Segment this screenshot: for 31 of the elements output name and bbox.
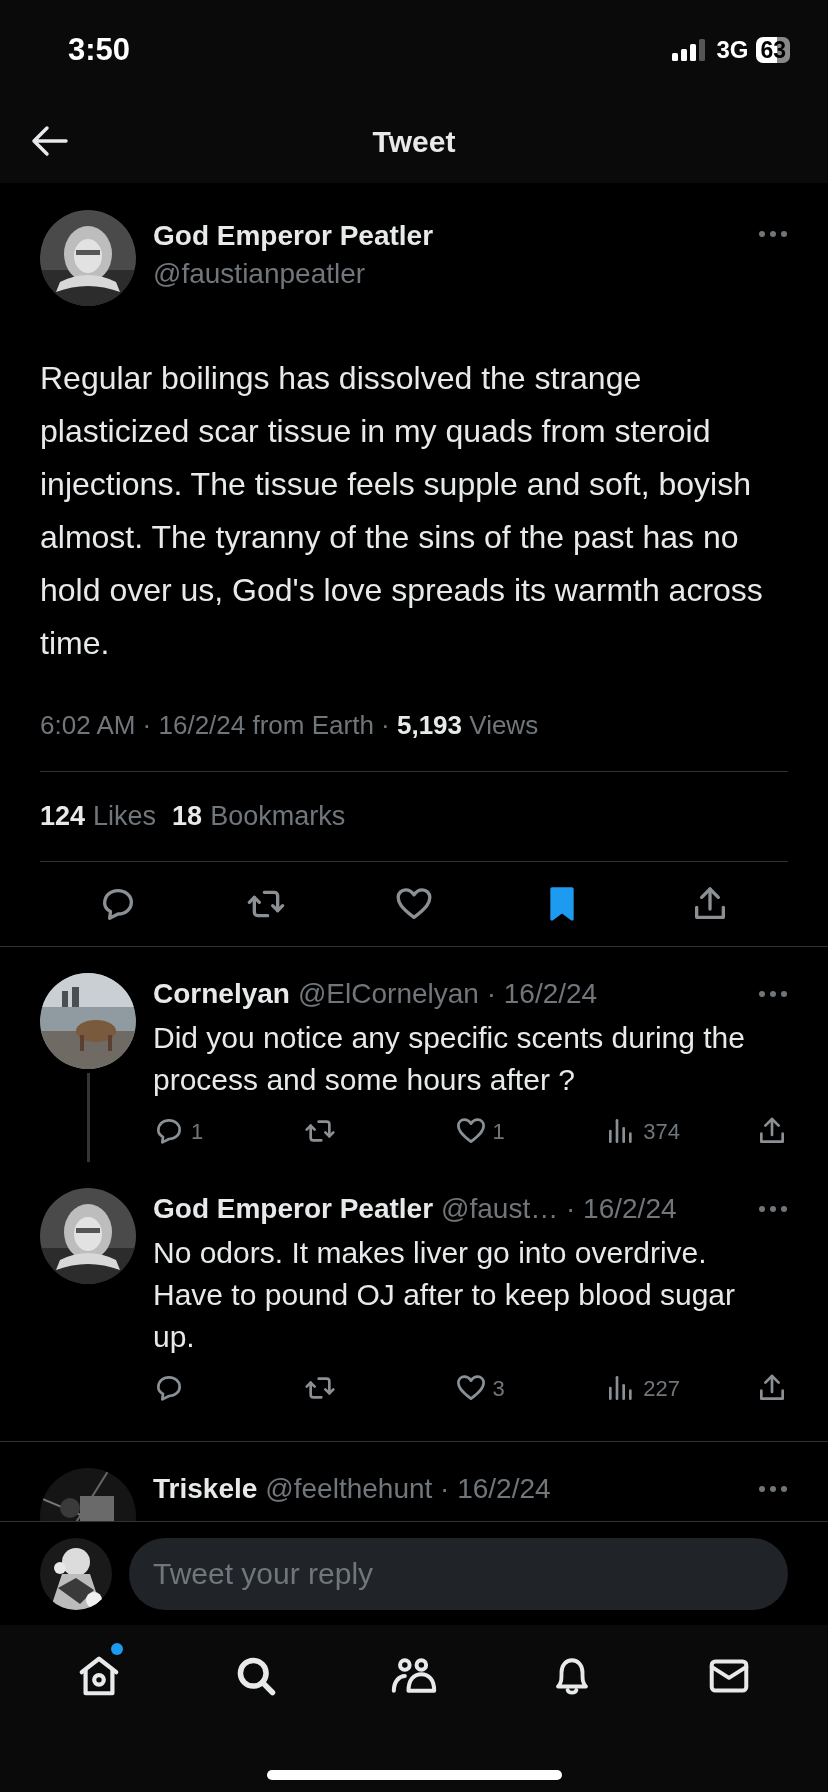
reply-text: No odors. It makes liver go into overdrive. Have to pound OJ after to keep blood sugar up. <box>153 1234 737 1355</box>
more-icon[interactable] <box>758 1484 788 1493</box>
action-count: 374 <box>643 1117 680 1146</box>
tweet-text: Regular boilings has dissolved the strange plasticized scar tissue in my quads from steroid injections. The tissue feels supple and soft, boyish almost. The tyranny of the sins of the past has no hold over us, God's love spreads its warmth across time. <box>40 359 764 663</box>
stat-label[interactable]: Likes <box>93 796 157 837</box>
author-name[interactable]: God Emperor Peatler <box>153 218 741 254</box>
action-count: 3 <box>492 1374 505 1403</box>
action-count: 1 <box>191 1117 204 1146</box>
network-label: 3G <box>716 35 749 65</box>
reply-handle-date: @ElCornelyan · 16/2/24 <box>297 976 599 1011</box>
page-title: Tweet <box>372 124 456 160</box>
more-icon[interactable] <box>758 230 788 238</box>
more-icon[interactable] <box>758 1204 788 1213</box>
reply-input-field[interactable]: Tweet your reply <box>129 1537 788 1610</box>
author-handle[interactable]: @faustianpeatler <box>153 256 741 292</box>
clock-time: 3:50 <box>68 30 131 69</box>
battery-level: 63 <box>760 38 786 62</box>
more-icon[interactable] <box>758 989 788 998</box>
reply-handle-date: @feelthehunt · 16/2/24 <box>265 1471 552 1506</box>
reply-author-name[interactable]: God Emperor Peatler <box>153 1187 434 1230</box>
reply-handle-date: @faust… · 16/2/24 <box>441 1191 678 1226</box>
back-icon[interactable] <box>30 125 68 157</box>
action-count: 227 <box>643 1374 680 1403</box>
stat-count[interactable]: 18 <box>172 796 203 837</box>
stat-label[interactable]: Bookmarks <box>210 796 346 837</box>
reply-author-name[interactable]: Triskele <box>153 1467 258 1510</box>
reply-author-name[interactable]: Cornelyan <box>153 972 290 1015</box>
action-count: 1 <box>492 1117 505 1146</box>
tweet-metadata: 6:02 AM · 16/2/24 from Earth · 5,193 Views <box>40 706 788 772</box>
reply-text: Did you notice any specific scents during the process and some hours after ? <box>153 1019 746 1098</box>
stat-count[interactable]: 124 <box>40 796 86 837</box>
